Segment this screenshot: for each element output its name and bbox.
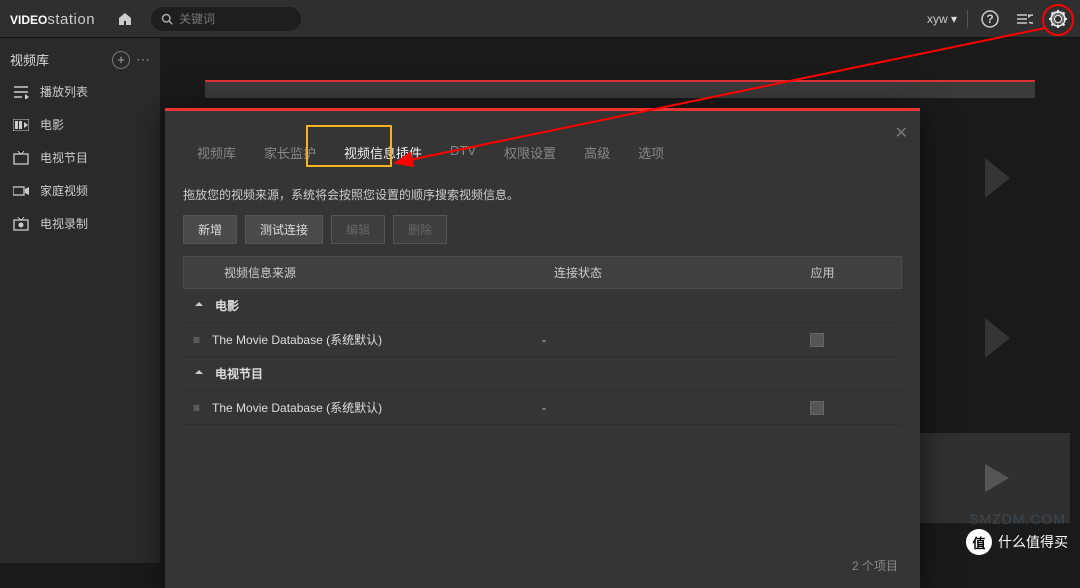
add-library-button[interactable]: + bbox=[112, 51, 130, 69]
background-strip bbox=[205, 80, 1035, 98]
user-menu[interactable]: xyw ▾ bbox=[927, 12, 957, 26]
search-icon bbox=[161, 13, 173, 25]
tab-advanced[interactable]: 高级 bbox=[570, 133, 624, 172]
drag-handle-icon[interactable]: ≡ bbox=[193, 401, 200, 415]
tab-library[interactable]: 视频库 bbox=[183, 133, 250, 172]
tab-dtv[interactable]: DTV bbox=[436, 133, 490, 172]
col-source: 视频信息来源 bbox=[184, 257, 544, 288]
list-icon bbox=[12, 85, 30, 99]
rec-icon bbox=[12, 217, 30, 231]
sidebar-item-label: 电视录制 bbox=[40, 215, 88, 232]
tv-icon bbox=[12, 151, 30, 165]
dialog-description: 拖放您的视频来源，系统将会按照您设置的顺序搜索视频信息。 bbox=[165, 172, 920, 215]
apply-checkbox[interactable] bbox=[810, 333, 824, 347]
row-status: - bbox=[542, 333, 742, 347]
delete-button: 删除 bbox=[393, 215, 447, 244]
sidebar-header: 视频库 bbox=[10, 50, 112, 69]
sidebar-item-tvshow[interactable]: 电视节目 bbox=[0, 141, 160, 174]
col-status: 连接状态 bbox=[544, 257, 744, 288]
test-connection-button[interactable]: 测试连接 bbox=[245, 215, 323, 244]
watermark: 值 什么值得买 bbox=[966, 529, 1068, 555]
watermark-badge: 值 bbox=[966, 529, 992, 555]
carousel-arrows bbox=[920, 98, 1080, 418]
chevron-up-icon[interactable] bbox=[193, 298, 205, 313]
edit-button: 编辑 bbox=[331, 215, 385, 244]
sidebar-more-button[interactable]: ⋯ bbox=[136, 51, 150, 68]
app-logo: VIDEOstation bbox=[10, 8, 95, 29]
chevron-up-icon[interactable] bbox=[193, 366, 205, 381]
item-count: 2 个项目 bbox=[852, 557, 898, 574]
play-icon bbox=[977, 460, 1013, 496]
svg-text:?: ? bbox=[986, 12, 993, 26]
home-button[interactable] bbox=[113, 7, 137, 31]
group-label: 电视节目 bbox=[215, 365, 263, 382]
sidebar: 视频库 + ⋯ 播放列表 电影 电视节目 家庭视频 电视录制 bbox=[0, 38, 160, 563]
watermark-sub: SMZDM.COM bbox=[969, 511, 1066, 527]
table-row[interactable]: ≡ The Movie Database (系统默认) - bbox=[183, 323, 902, 357]
sidebar-item-label: 家庭视频 bbox=[40, 182, 88, 199]
sidebar-item-label: 电视节目 bbox=[40, 149, 88, 166]
sidebar-item-label: 电影 bbox=[40, 116, 64, 133]
sidebar-item-playlist[interactable]: 播放列表 bbox=[0, 75, 160, 108]
group-label: 电影 bbox=[215, 297, 239, 314]
tab-permissions[interactable]: 权限设置 bbox=[490, 133, 570, 172]
add-button[interactable]: 新增 bbox=[183, 215, 237, 244]
camera-icon bbox=[12, 185, 30, 197]
sidebar-item-movie[interactable]: 电影 bbox=[0, 108, 160, 141]
film-icon bbox=[12, 119, 30, 131]
content-area: ✕ 视频库 家长监护 视频信息插件 DTV 权限设置 高级 选项 拖放您的视频来… bbox=[160, 38, 1080, 563]
search-input[interactable] bbox=[179, 12, 279, 26]
row-source: The Movie Database (系统默认) bbox=[212, 331, 542, 348]
topbar: VIDEOstation xyw ▾ ? bbox=[0, 0, 1080, 38]
plugin-table: 视频信息来源 连接状态 应用 电影 ≡ The Movie Database (… bbox=[183, 256, 902, 425]
col-app: 应用 bbox=[744, 257, 901, 288]
video-thumbnail[interactable] bbox=[920, 433, 1070, 523]
tab-plugin[interactable]: 视频信息插件 bbox=[330, 133, 436, 172]
sidebar-item-recording[interactable]: 电视录制 bbox=[0, 207, 160, 240]
help-icon[interactable]: ? bbox=[978, 7, 1002, 31]
tab-options[interactable]: 选项 bbox=[624, 133, 678, 172]
gear-icon[interactable] bbox=[1046, 7, 1070, 31]
apply-checkbox[interactable] bbox=[810, 401, 824, 415]
group-tvshow[interactable]: 电视节目 bbox=[183, 357, 902, 391]
watermark-text: 什么值得买 bbox=[998, 532, 1068, 552]
search-box[interactable] bbox=[151, 7, 301, 31]
row-source: The Movie Database (系统默认) bbox=[212, 399, 542, 416]
dialog-tabs: 视频库 家长监护 视频信息插件 DTV 权限设置 高级 选项 bbox=[165, 111, 920, 172]
table-row[interactable]: ≡ The Movie Database (系统默认) - bbox=[183, 391, 902, 425]
indexing-icon[interactable] bbox=[1012, 7, 1036, 31]
drag-handle-icon[interactable]: ≡ bbox=[193, 333, 200, 347]
sidebar-item-label: 播放列表 bbox=[40, 83, 88, 100]
row-status: - bbox=[542, 401, 742, 415]
divider bbox=[967, 10, 968, 28]
tab-parental[interactable]: 家长监护 bbox=[250, 133, 330, 172]
group-movie[interactable]: 电影 bbox=[183, 289, 902, 323]
settings-dialog: ✕ 视频库 家长监护 视频信息插件 DTV 权限设置 高级 选项 拖放您的视频来… bbox=[165, 108, 920, 588]
close-icon[interactable]: ✕ bbox=[895, 123, 908, 143]
sidebar-item-homevideo[interactable]: 家庭视频 bbox=[0, 174, 160, 207]
